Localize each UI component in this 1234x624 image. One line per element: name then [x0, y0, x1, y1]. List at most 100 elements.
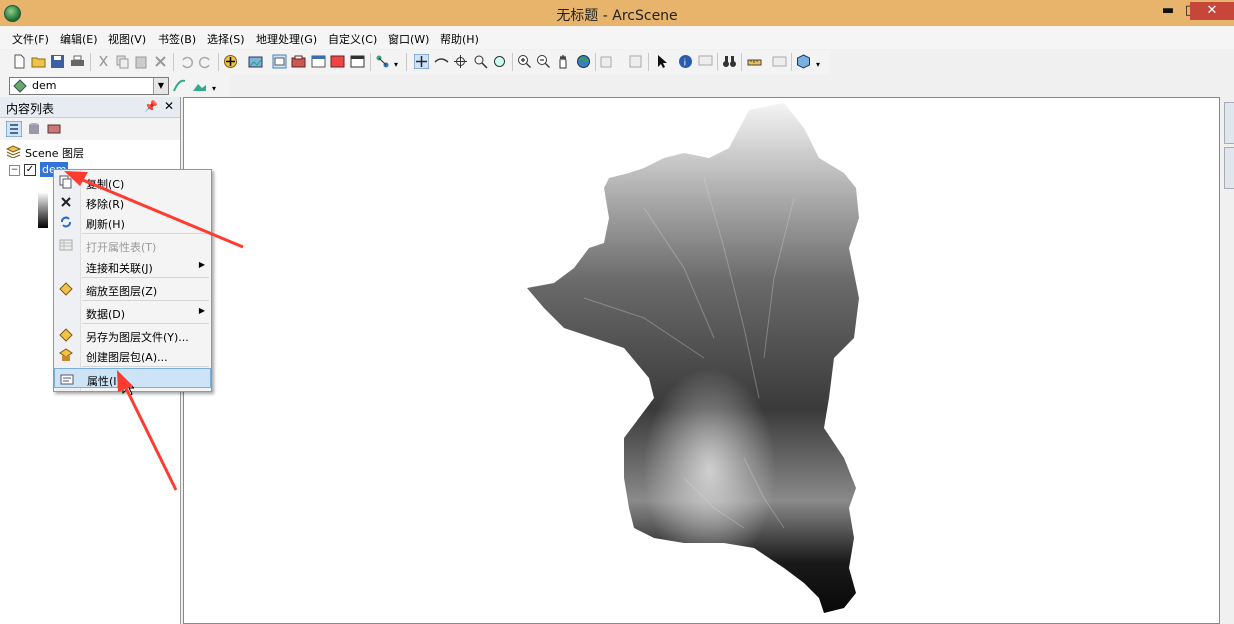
copy-icon	[59, 175, 72, 189]
layer-visibility-checkbox[interactable]: ✓	[24, 164, 36, 176]
catalog-window-icon[interactable]	[311, 54, 326, 69]
table-icon	[59, 239, 73, 251]
target-center-icon[interactable]	[453, 54, 468, 69]
menu-item-joins-relates[interactable]: 连接和关联(J) ▶	[54, 256, 211, 276]
menu-item-copy[interactable]: 复制(C)	[54, 172, 211, 192]
find-binoculars-icon[interactable]	[722, 54, 737, 69]
menu-item-open-attribute-table: 打开属性表(T)	[54, 235, 211, 255]
toc-title: 内容列表	[6, 102, 55, 116]
toolbar-overflow-icon[interactable]: ▾	[212, 84, 216, 93]
scene-layers-label: Scene 图层	[25, 147, 85, 160]
refresh-icon	[61, 216, 71, 228]
remove-x-icon	[61, 197, 71, 207]
standard-toolbar: ▾ i ▾	[0, 50, 830, 74]
add-data-icon[interactable]	[223, 54, 238, 69]
scene-properties-icon[interactable]	[248, 54, 263, 69]
toc-close-button[interactable]: ✕	[164, 99, 174, 113]
3d-analyst-icon[interactable]	[796, 54, 811, 69]
menu-item-label: 打开属性表(T)	[86, 241, 157, 254]
menu-item-label: 另存为图层文件(Y)...	[86, 331, 189, 344]
navigate-tool-icon[interactable]	[414, 54, 429, 69]
menu-file[interactable]: 文件(F)	[12, 31, 49, 47]
save-icon[interactable]	[50, 54, 65, 69]
paste-icon[interactable]	[134, 54, 149, 69]
clear-selection-icon[interactable]	[628, 54, 643, 69]
menu-item-label: 属性(I)	[87, 375, 121, 388]
toolbar-overflow-icon[interactable]: ▾	[816, 60, 820, 69]
scene-view[interactable]	[183, 97, 1220, 624]
dock-tab[interactable]	[1224, 102, 1234, 144]
fly-icon[interactable]	[434, 54, 449, 69]
menu-item-label: 移除(R)	[86, 198, 125, 211]
collapse-toggle[interactable]: −	[9, 165, 20, 176]
navigate-icon[interactable]	[272, 54, 287, 69]
layer-dropdown[interactable]: dem ▼	[9, 77, 169, 95]
animation-icon[interactable]	[772, 54, 787, 69]
layer-toolbar: dem ▼ ▾	[0, 74, 230, 98]
dem-terrain-render	[527, 103, 859, 613]
list-by-visibility-icon[interactable]	[46, 121, 62, 137]
menu-item-label: 创建图层包(A)...	[86, 351, 168, 364]
undo-icon[interactable]	[179, 54, 194, 69]
base-height-icon[interactable]	[192, 78, 207, 93]
close-button[interactable]: ✕	[1190, 2, 1234, 20]
toc-header: 内容列表 📌 ✕	[0, 97, 180, 118]
model-builder-icon[interactable]	[375, 54, 390, 69]
right-dock-strip	[1221, 97, 1234, 624]
menu-item-zoom-to-layer[interactable]: 缩放至图层(Z)	[54, 279, 211, 299]
window-icon[interactable]	[350, 54, 365, 69]
menu-item-save-as-layer-file[interactable]: 另存为图层文件(Y)...	[54, 325, 211, 345]
extrude-layer-icon[interactable]	[172, 78, 187, 93]
open-folder-icon[interactable]	[31, 54, 46, 69]
menu-item-label: 复制(C)	[86, 178, 125, 191]
measure-icon[interactable]	[747, 54, 762, 69]
select-features-icon[interactable]	[600, 54, 615, 69]
set-observer-icon[interactable]	[492, 54, 507, 69]
properties-icon	[60, 374, 74, 385]
copy-icon[interactable]	[115, 54, 130, 69]
menu-windows[interactable]: 窗口(W)	[388, 31, 429, 47]
menu-help[interactable]: 帮助(H)	[440, 31, 479, 47]
full-extent-globe-icon[interactable]	[576, 54, 591, 69]
redo-icon[interactable]	[198, 54, 213, 69]
mouse-cursor-icon	[122, 378, 134, 396]
zoom-to-target-icon[interactable]	[473, 54, 488, 69]
menu-bookmarks[interactable]: 书签(B)	[158, 31, 196, 47]
pin-icon[interactable]: 📌	[144, 100, 158, 113]
toolbar-overflow-icon[interactable]: ▾	[394, 60, 398, 69]
toc-tabs	[0, 118, 180, 140]
svg-text:i: i	[684, 59, 687, 69]
elevation-legend-ramp	[38, 192, 48, 228]
layer-context-menu: 复制(C) 移除(R) 刷新(H) 打开属性表(T) 连接和关联(J) ▶ 缩放…	[53, 169, 212, 392]
list-by-source-icon[interactable]	[26, 121, 42, 137]
identify-icon[interactable]: i	[678, 54, 693, 69]
menu-geoprocessing[interactable]: 地理处理(G)	[256, 31, 317, 47]
selected-layer: dem	[32, 79, 57, 92]
menu-item-label: 数据(D)	[86, 308, 126, 321]
pan-hand-icon[interactable]	[556, 54, 571, 69]
menu-item-refresh[interactable]: 刷新(H)	[54, 212, 211, 232]
menu-customize[interactable]: 自定义(C)	[328, 31, 377, 47]
select-elements-arrow-icon[interactable]	[654, 54, 669, 69]
menu-item-data[interactable]: 数据(D) ▶	[54, 302, 211, 322]
list-by-drawing-order-icon[interactable]	[6, 121, 22, 137]
zoom-in-icon[interactable]	[517, 54, 532, 69]
arctoolbox-icon[interactable]	[291, 54, 306, 69]
search-window-icon[interactable]	[330, 54, 345, 69]
menu-item-remove[interactable]: 移除(R)	[54, 192, 211, 212]
dock-tab[interactable]	[1224, 147, 1234, 189]
chevron-down-icon[interactable]: ▼	[153, 78, 168, 94]
menu-item-label: 刷新(H)	[86, 218, 125, 231]
delete-icon[interactable]	[153, 54, 168, 69]
print-icon[interactable]	[70, 54, 85, 69]
menu-bar: 文件(F) 编辑(E) 视图(V) 书签(B) 选择(S) 地理处理(G) 自定…	[0, 27, 1234, 49]
menu-view[interactable]: 视图(V)	[108, 31, 146, 47]
menu-selection[interactable]: 选择(S)	[207, 31, 245, 47]
new-document-icon[interactable]	[12, 54, 27, 69]
cut-icon[interactable]	[96, 54, 111, 69]
menu-item-create-layer-package[interactable]: 创建图层包(A)...	[54, 345, 211, 365]
zoom-out-icon[interactable]	[536, 54, 551, 69]
menu-edit[interactable]: 编辑(E)	[60, 31, 98, 47]
html-popup-icon[interactable]	[698, 54, 713, 69]
submenu-arrow-icon: ▶	[198, 260, 205, 269]
